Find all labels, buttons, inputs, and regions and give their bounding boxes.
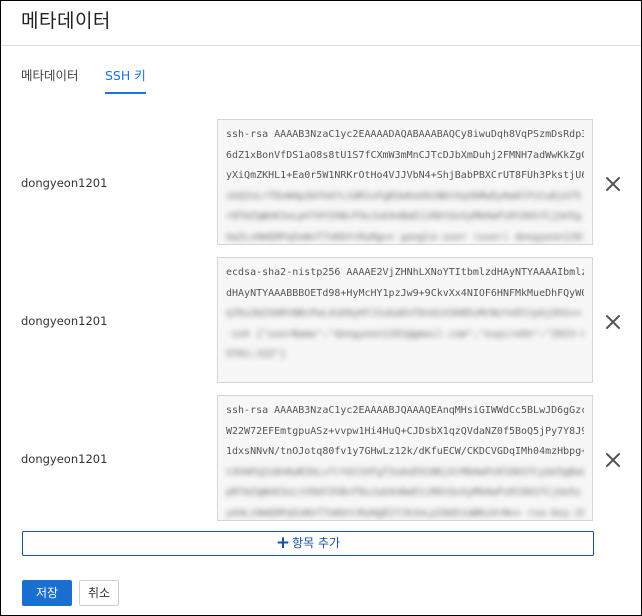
ssh-key-text-line: 1dxsNNvN/tnOJotq80fv1y7GHwLz12k/dKfuECW/… bbox=[226, 446, 584, 457]
ssh-key-text-line: ssh-rsa AAAAB3NzaC1yc2EAAAADAQABAAABAQCy… bbox=[226, 129, 584, 140]
ssh-key-textarea[interactable]: ecdsa-sha2-nistp256 AAAAE2VjZHNhLXNoYTIt… bbox=[217, 257, 593, 383]
header-divider bbox=[1, 45, 641, 46]
page-title: 메타데이터 bbox=[21, 10, 111, 32]
ssh-key-redacted-line: r8TmZqWnK3xLpV7dY2hBcF9sJuG4oNaE1iR6tQvX… bbox=[226, 211, 582, 222]
ssh-key-textarea[interactable]: ssh-rsa AAAAB3NzaC1yc2EAAAABJQAAAQEAnqMH… bbox=[217, 395, 593, 521]
ssh-key-username: dongyeon1201 bbox=[21, 314, 108, 328]
ssh-key-redacted-line: xkQ2nLrT8vW4pZmYhA7cJdR1sFgB3eKoU9iN6tXq… bbox=[226, 190, 582, 202]
ssh-key-redacted-line: yA4Lz0mQ9Pq5xWvT7nKbYcRuHgE2fJk3oLpI8dS1… bbox=[226, 507, 584, 519]
ssh-key-text-line: dHAyNTYAAABBBOETd98+HyMcHY1pzJw9+9CkvXx4… bbox=[226, 287, 584, 299]
ssh-key-username: dongyeon1201 bbox=[21, 452, 108, 466]
ssh-key-redacted-line: q7KxZm2VbRtN8cPwL4sD9yHfJ1uGaEoT6nQiX3kB… bbox=[226, 308, 584, 319]
ssh-key-redacted-line: pR7mZqWnK3xLtV9dY2hBcF8sJuG4oNaE1iR6tQvX… bbox=[226, 487, 582, 498]
add-item-label: 항목 추가 bbox=[292, 536, 341, 550]
ssh-key-text-line: W22W72EFEmtgpuASz+vvpw1Hi4HuQ+CJDsbX1qzQ… bbox=[226, 425, 584, 437]
close-icon[interactable] bbox=[605, 176, 621, 192]
close-icon[interactable] bbox=[605, 314, 621, 330]
tab-ssh-keys[interactable]: SSH 키 bbox=[105, 65, 146, 94]
ssh-key-redacted-line: 5T01:33Z"} bbox=[226, 349, 287, 360]
ssh-key-text-line: ecdsa-sha2-nistp256 AAAAE2VjZHNhLXNoYTIt… bbox=[226, 267, 584, 278]
ssh-key-username: dongyeon1201 bbox=[21, 176, 108, 190]
add-item-button[interactable]: + 항목 추가 bbox=[22, 531, 594, 556]
ssh-key-text-line: yXiQmZKHL1+Ea0r5W1NRKrOtHo4VJJVbN4+ShjBa… bbox=[226, 170, 584, 181]
close-icon[interactable] bbox=[605, 452, 621, 468]
ssh-key-redacted-line: t4VmPqZs8nKwR2bLx7cYdJ1hFgT3uAoE9iN6jXrM… bbox=[226, 466, 584, 478]
ssh-key-text-line: ssh-rsa AAAAB3NzaC1yc2EAAAABJQAAAQEAnqMH… bbox=[226, 405, 584, 416]
ssh-key-textarea[interactable]: ssh-rsa AAAAB3NzaC1yc2EAAAADAQABAAABAQCy… bbox=[217, 119, 593, 245]
cancel-button[interactable]: 취소 bbox=[79, 580, 119, 606]
save-button[interactable]: 저장 bbox=[22, 580, 72, 606]
ssh-key-text-line: 6dZ1xBonVfDS1aO8s8tU1S7fCXmW3mMnCJTcDJbX… bbox=[226, 149, 584, 161]
ssh-key-redacted-line: Aa2Lz0mQ9Pq5xWvT7nKbYcRuHg== google-user… bbox=[226, 231, 584, 243]
ssh-key-redacted-line: -ssh {"userName":"dongyeon1201@gmail.com… bbox=[226, 328, 584, 340]
plus-icon: + bbox=[275, 533, 291, 553]
tab-metadata[interactable]: 메타데이터 bbox=[21, 65, 79, 92]
metadata-dialog: 메타데이터 메타데이터 SSH 키 dongyeon1201 ssh-rsa A… bbox=[0, 0, 642, 616]
